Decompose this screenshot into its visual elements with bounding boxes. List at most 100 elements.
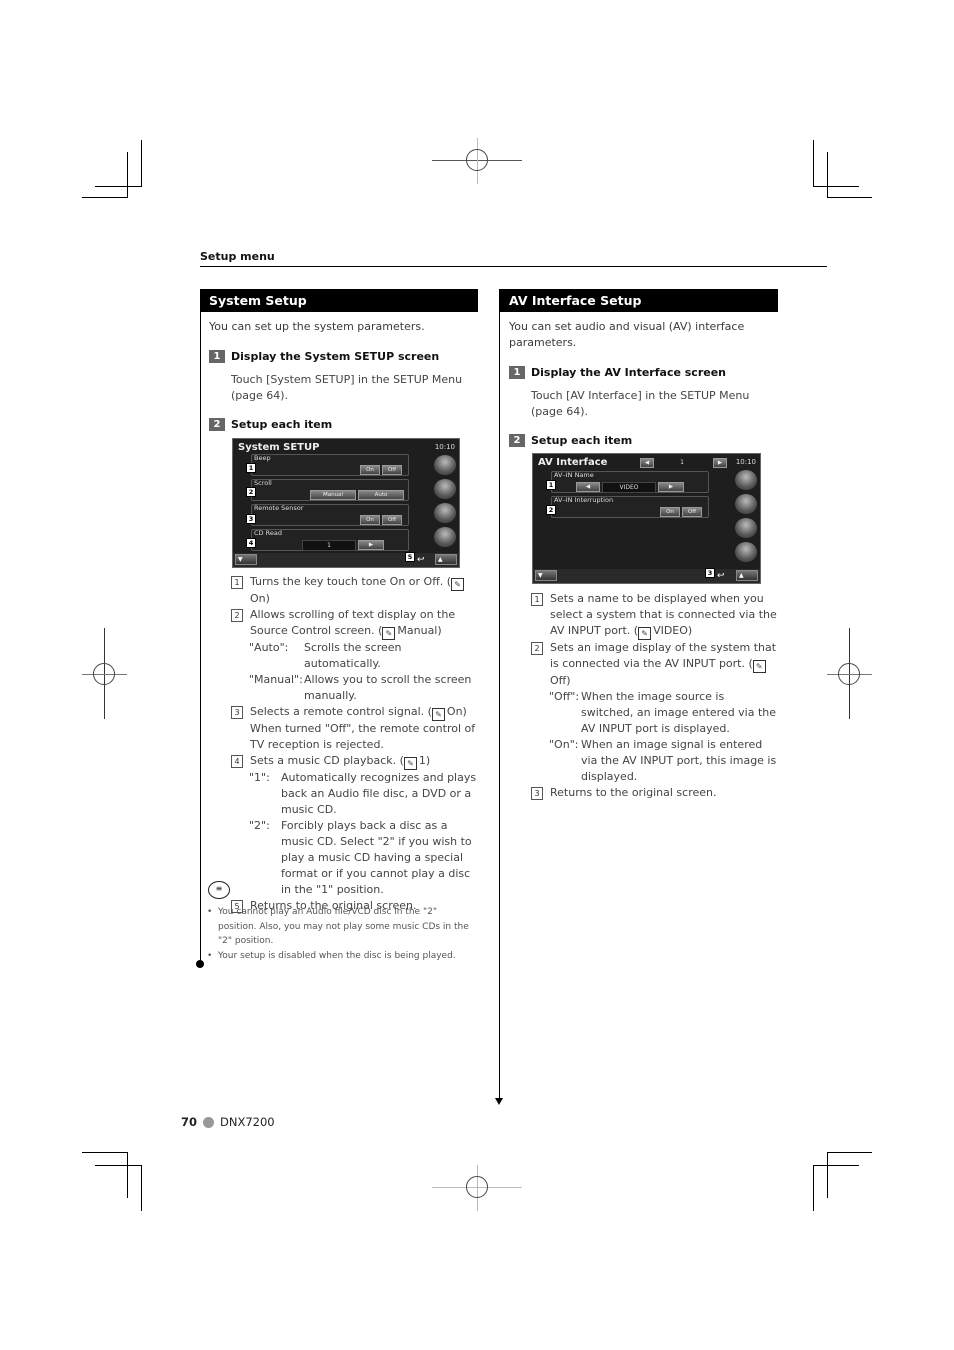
option-key: "1": xyxy=(249,771,270,784)
return-icon[interactable]: ↩ xyxy=(717,572,735,581)
scroll-down-button[interactable]: ▼ xyxy=(535,570,557,581)
beep-off-button[interactable]: Off xyxy=(382,465,402,475)
option-description: "Auto": Scrolls the screen automatically… xyxy=(231,640,479,672)
beep-on-button[interactable]: On xyxy=(360,465,380,475)
note-icon: ≡ xyxy=(208,881,230,899)
row-label: AV–IN Name xyxy=(554,471,594,479)
crop-mark xyxy=(141,140,142,186)
av-name-next-button[interactable]: ▶ xyxy=(658,482,684,492)
page-prev-button[interactable]: ◀ xyxy=(640,458,654,468)
description-item: 1 Turns the key touch tone On or Off. (✎… xyxy=(231,574,479,607)
note-item: • Your setup is disabled when the disc i… xyxy=(207,949,477,964)
footer-dot-icon xyxy=(203,1116,215,1128)
wrench-icon: ✎ xyxy=(752,660,766,673)
page-next-button[interactable]: ▶ xyxy=(713,458,727,468)
section-intro: You can set audio and visual (AV) interf… xyxy=(509,320,745,349)
remote-on-button[interactable]: On xyxy=(360,515,380,525)
row-label: Beep xyxy=(254,454,271,462)
side-icon-1[interactable] xyxy=(434,455,456,475)
step-title: Setup each item xyxy=(231,418,333,431)
crop-mark xyxy=(827,1152,872,1153)
av-name-prev-button[interactable]: ◀ xyxy=(576,482,600,492)
default-value: On) xyxy=(446,705,467,718)
side-icon-2[interactable] xyxy=(434,479,456,499)
row-label: Scroll xyxy=(254,479,272,487)
interruption-on-button[interactable]: On xyxy=(660,507,680,517)
scroll-manual-button[interactable]: Manual xyxy=(310,490,356,500)
description-item: 3 Selects a remote control signal. (✎ On)… xyxy=(231,704,479,753)
av-interface-section: AV Interface Setup You can set audio and… xyxy=(500,289,778,447)
crop-mark xyxy=(827,197,872,198)
option-key: "Manual": xyxy=(249,673,303,686)
side-icon-3[interactable] xyxy=(735,518,757,538)
section-title: AV Interface Setup xyxy=(500,289,778,312)
description-item: 3 Returns to the original screen. xyxy=(531,785,779,801)
step-number: 2 xyxy=(509,434,525,447)
side-icon-4[interactable] xyxy=(735,542,757,562)
scroll-down-button[interactable]: ▼ xyxy=(235,554,257,565)
option-text: Scrolls the screen automatically. xyxy=(304,641,402,670)
crop-mark xyxy=(127,1152,128,1198)
crop-mark xyxy=(813,1165,814,1211)
side-icon-2[interactable] xyxy=(735,494,757,514)
option-description: "Off": When the image source is switched… xyxy=(531,689,779,737)
av-in-name-row: AV–IN Name ◀ VIDEO ▶ xyxy=(551,471,709,493)
description-text: Sets a music CD playback. ( xyxy=(250,754,404,767)
option-key: "On": xyxy=(549,738,579,751)
return-icon[interactable]: ↩ xyxy=(417,556,435,565)
av-in-interruption-row: AV–IN Interruption On Off xyxy=(551,496,709,518)
option-text: Automatically recognizes and plays back … xyxy=(281,771,477,816)
interruption-off-button[interactable]: Off xyxy=(682,507,702,517)
callout-5: 5 xyxy=(405,552,415,562)
scroll-row: Scroll Manual Auto xyxy=(251,479,409,501)
step-2: 2 Setup each item xyxy=(509,434,778,447)
bullet: • xyxy=(207,950,213,961)
bullet: • xyxy=(207,907,213,917)
cd-read-value: 1 xyxy=(302,540,356,551)
default-value: Manual) xyxy=(397,624,442,637)
crop-mark xyxy=(813,186,859,187)
scroll-up-button[interactable]: ▲ xyxy=(736,570,758,581)
option-description: "2": Forcibly plays back a disc as a mus… xyxy=(231,818,479,898)
description-item: 1 Sets a name to be displayed when you s… xyxy=(531,591,779,640)
av-interface-descriptions: 1 Sets a name to be displayed when you s… xyxy=(531,591,779,801)
section-header: Setup menu xyxy=(200,250,275,263)
step-body: Touch [AV Interface] in the SETUP Menu (… xyxy=(531,389,750,418)
item-number: 3 xyxy=(531,787,543,800)
cd-read-next-button[interactable]: ▶ xyxy=(358,540,384,550)
scroll-up-button[interactable]: ▲ xyxy=(435,554,457,565)
side-icon-1[interactable] xyxy=(735,470,757,490)
registration-mark xyxy=(466,1176,488,1198)
row-label: AV–IN Interruption xyxy=(554,496,614,504)
scroll-auto-button[interactable]: Auto xyxy=(358,490,404,500)
description-text: Selects a remote control signal. ( xyxy=(250,705,432,718)
crop-mark xyxy=(141,1165,142,1211)
step-1: 1 Display the System SETUP screen xyxy=(209,350,478,363)
remote-off-button[interactable]: Off xyxy=(382,515,402,525)
beep-row: Beep On Off xyxy=(251,454,409,476)
option-description: "On": When an image signal is entered vi… xyxy=(531,737,779,785)
description-item: 4 Sets a music CD playback. (✎ 1) xyxy=(231,753,479,770)
wrench-icon: ✎ xyxy=(451,578,465,591)
note-item: • You cannot play an Audio file/VCD disc… xyxy=(207,905,477,949)
column-end-dot xyxy=(196,960,204,968)
registration-mark xyxy=(93,663,115,685)
av-name-value: VIDEO xyxy=(602,482,656,493)
side-icon-4[interactable] xyxy=(434,527,456,547)
header-rule xyxy=(200,266,827,267)
option-description: "Manual": Allows you to scroll the scree… xyxy=(231,672,479,704)
wrench-icon: ✎ xyxy=(638,627,652,640)
description-text: Turns the key touch tone On or Off. ( xyxy=(250,575,452,588)
screen-title: System SETUP xyxy=(238,442,320,453)
step-title: Display the AV Interface screen xyxy=(531,366,726,379)
notes-list: • You cannot play an Audio file/VCD disc… xyxy=(207,905,477,963)
option-key: "Off": xyxy=(549,690,580,703)
screen-clock: 10:10 xyxy=(735,458,756,466)
row-label: Remote Sensor xyxy=(254,504,304,512)
side-icon-3[interactable] xyxy=(434,503,456,523)
crop-mark xyxy=(95,186,142,187)
description-text: Sets an image display of the system that… xyxy=(550,641,777,670)
continue-arrow-icon xyxy=(495,1098,503,1105)
step-title: Display the System SETUP screen xyxy=(231,350,440,363)
default-value: On) xyxy=(250,592,270,605)
